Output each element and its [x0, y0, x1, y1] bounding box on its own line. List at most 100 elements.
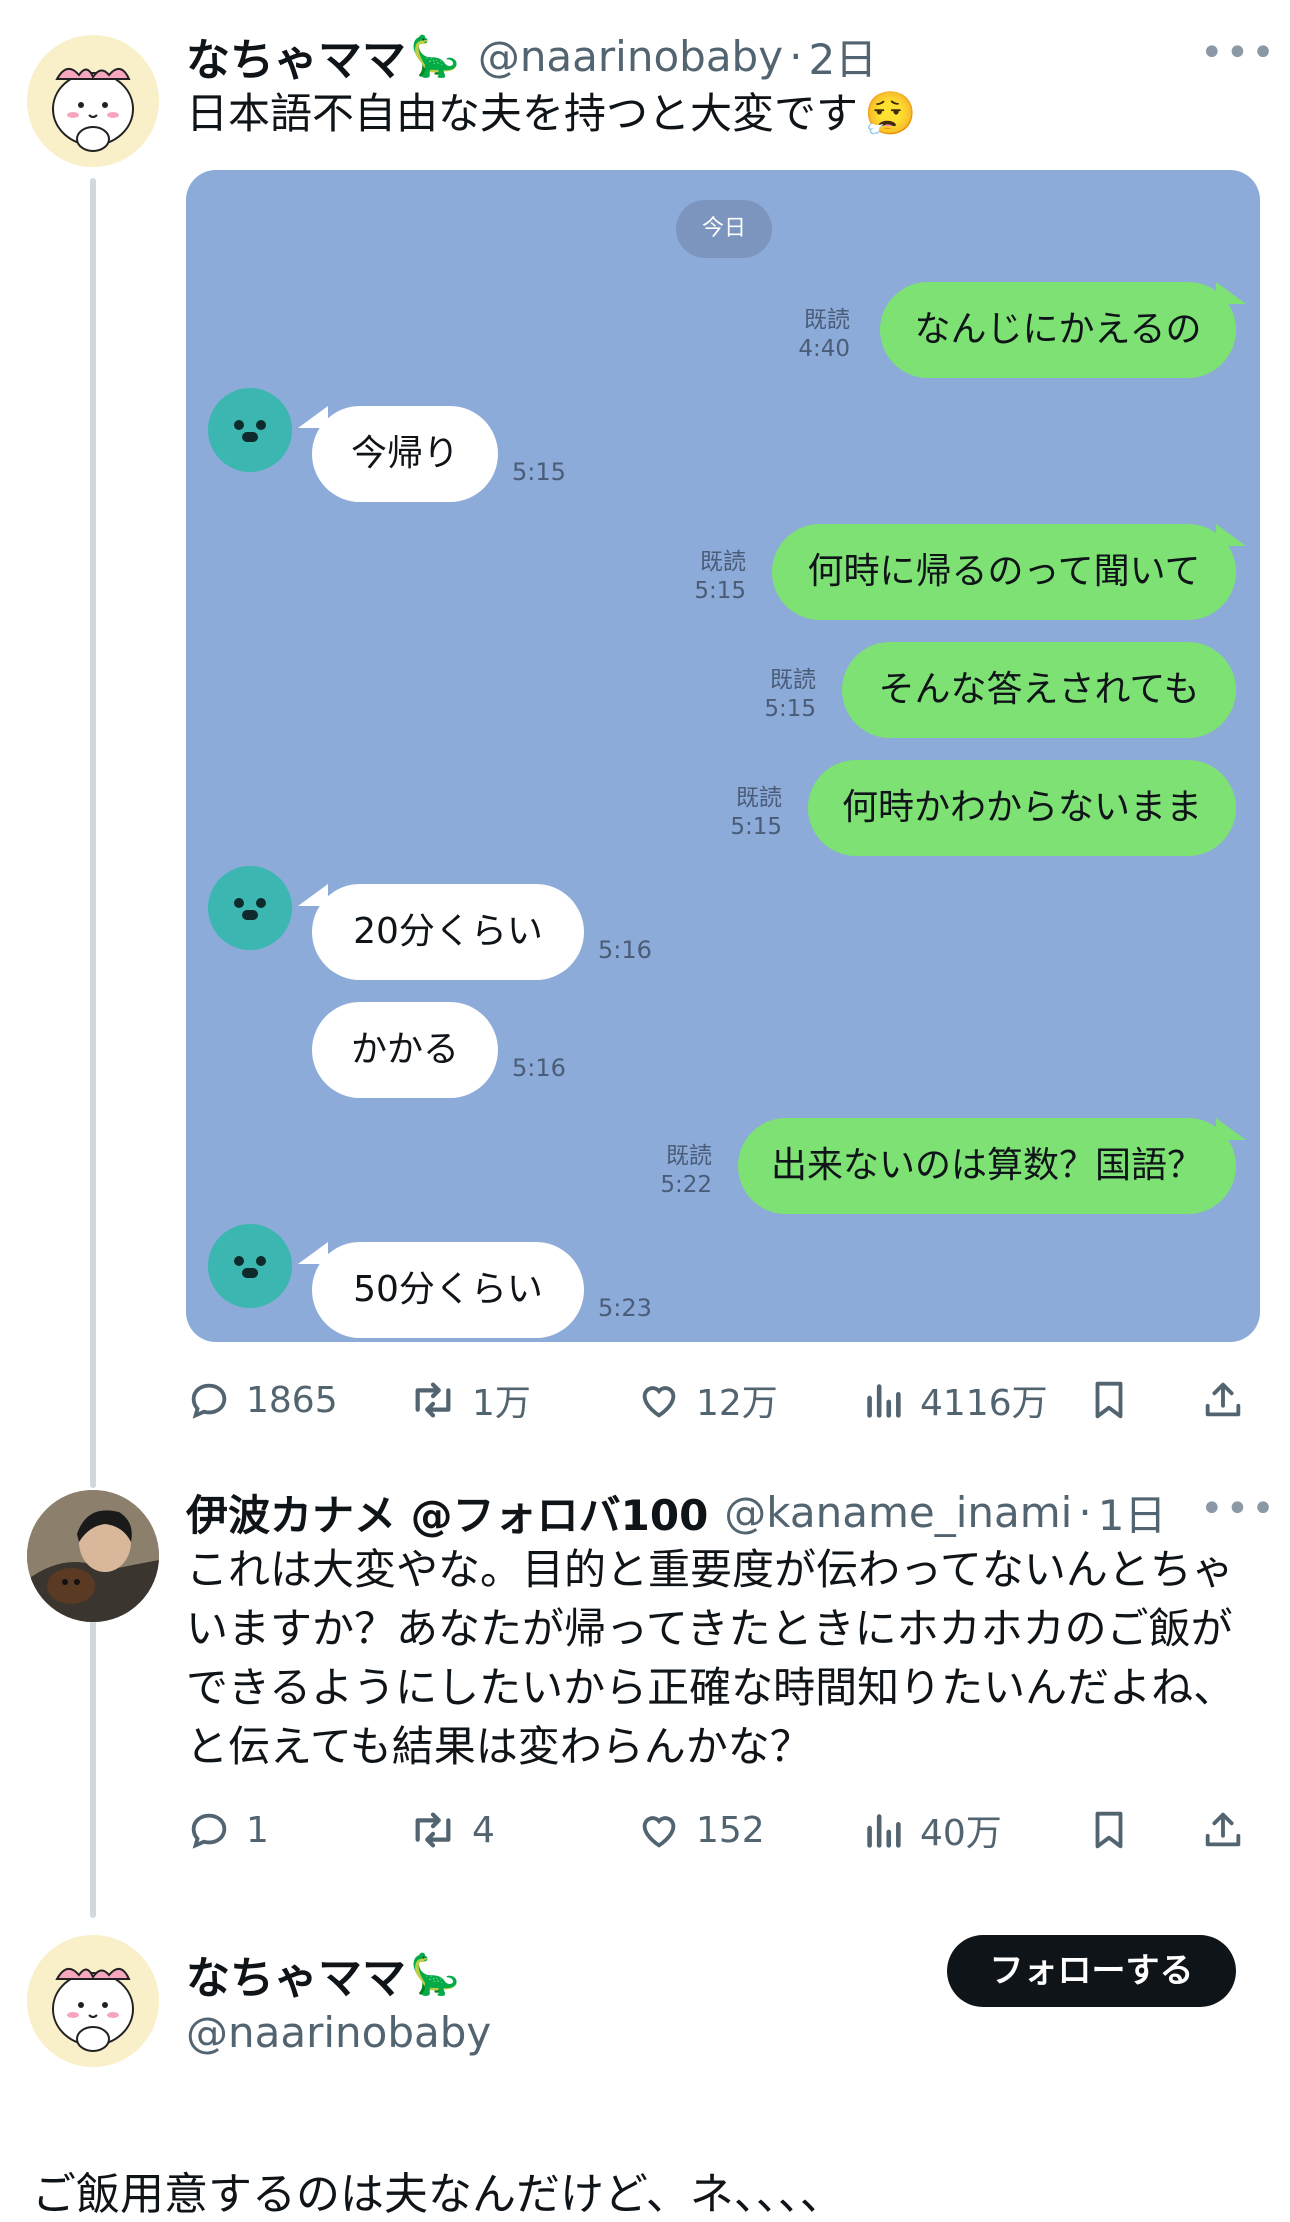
read-label: 既読 [770, 667, 816, 693]
author-name[interactable]: なちゃママ [186, 1942, 406, 2006]
retweet-icon [415, 1812, 451, 1848]
message-time: 5:23 [598, 1294, 652, 1322]
views-button[interactable]: 4116万 [860, 1370, 1048, 1430]
bookmark-button[interactable] [1086, 1800, 1146, 1860]
message-meta: 既読 4:40 [786, 306, 850, 364]
thread-line [90, 178, 96, 1488]
retweet-count: 1万 [472, 1383, 531, 1424]
tweet3-header: なちゃママ 🦕 [186, 1942, 460, 2006]
share-button[interactable] [1200, 1370, 1260, 1430]
share-icon [1205, 1812, 1241, 1847]
message-time: 5:15 [694, 578, 746, 604]
heart-icon [642, 1386, 676, 1418]
tweet-text-line: これは大変やな。目的と重要度が伝わってないんとちゃ [186, 1545, 1234, 1594]
tweet-age[interactable]: 2日 [808, 26, 877, 87]
message-time: 5:16 [598, 936, 652, 964]
message-bubble-sent: そんな答えされても [842, 642, 1236, 738]
reply-count: 1865 [246, 1379, 338, 1421]
message-bubble-sent: 何時かわからないまま [808, 760, 1236, 856]
read-label: 既読 [736, 785, 782, 811]
message-bubble-sent: 何時に帰るのって聞いて [772, 524, 1236, 620]
analytics-icon [867, 1384, 901, 1418]
message-time: 5:15 [512, 458, 566, 486]
message-time: 5:16 [512, 1054, 566, 1082]
bubble-tail [1216, 282, 1246, 304]
views-button[interactable]: 40万 [860, 1800, 1002, 1860]
retweet-button[interactable]: 4 [408, 1800, 495, 1860]
tweet-text: ご飯用意するのは夫なんだけど、ネ、、、、 [32, 2169, 844, 2220]
tweet-text-line: できるようにしたいから正確な時間知りたいんだよね、 [186, 1663, 1236, 1712]
dinosaur-emoji: 🦕 [410, 1951, 460, 1998]
bot-avatar [208, 866, 292, 950]
read-label: 既読 [700, 549, 746, 575]
more-options-icon[interactable]: ••• [1200, 1486, 1277, 1532]
message-time: 5:15 [730, 814, 782, 840]
more-options-icon[interactable]: ••• [1200, 30, 1277, 76]
bookmark-icon [1095, 1811, 1123, 1849]
reply-icon [191, 1813, 227, 1849]
bubble-tail [1216, 1118, 1246, 1140]
like-count: 12万 [696, 1383, 778, 1424]
tweet1-header: なちゃママ 🦕 @naarinobaby · 2日 [186, 24, 877, 88]
message-meta: 既読 5:22 [648, 1142, 712, 1200]
tweet-text-line: いますか？あなたが帰ってきたときにホカホカのご飯が [186, 1604, 1233, 1653]
avatar[interactable] [27, 1490, 159, 1622]
reply-icon [191, 1383, 227, 1419]
retweet-button[interactable]: 1万 [408, 1370, 531, 1430]
bot-avatar [208, 388, 292, 472]
retweet-icon [415, 1382, 451, 1418]
separator-dot: · [789, 31, 803, 81]
bubble-tail [1216, 524, 1246, 546]
share-icon [1205, 1382, 1241, 1417]
heart-icon [642, 1816, 676, 1848]
message-meta: 既読 5:15 [752, 666, 816, 724]
author-name[interactable]: なちゃママ [186, 24, 406, 88]
read-label: 既読 [666, 1143, 712, 1169]
message-bubble-received: 20分くらい [312, 884, 584, 980]
separator-dot: · [1078, 1487, 1092, 1537]
avatar[interactable] [27, 1935, 159, 2067]
like-count: 152 [696, 1809, 765, 1851]
message-bubble-received: 50分くらい [312, 1242, 584, 1338]
read-label: 既読 [804, 307, 850, 333]
tweet-text-content: 日本語不自由な夫を持つと大変です [186, 89, 859, 138]
avatar[interactable] [27, 35, 159, 167]
message-time: 5:22 [660, 1172, 712, 1198]
reply-button[interactable]: 1 [186, 1800, 269, 1860]
retweet-count: 4 [472, 1809, 495, 1851]
dinosaur-emoji: 🦕 [410, 33, 460, 80]
reply-button[interactable]: 1865 [186, 1370, 338, 1430]
message-bubble-received: 今帰り [312, 406, 498, 502]
view-count: 4116万 [920, 1383, 1048, 1424]
bot-avatar [208, 1224, 292, 1308]
date-pill: 今日 [676, 200, 772, 258]
reply-count: 1 [246, 1809, 269, 1851]
bookmark-button[interactable] [1086, 1370, 1146, 1430]
message-bubble-sent: なんじにかえるの [880, 282, 1236, 378]
tweet-text-line: と伝えても結果は変わらんかな？ [186, 1722, 812, 1771]
share-button[interactable] [1200, 1800, 1260, 1860]
author-handle[interactable]: @naarinobaby [478, 32, 783, 81]
follow-button[interactable]: フォローする [947, 1935, 1236, 2007]
tweet-text: 日本語不自由な夫を持つと大変です 😮‍💨 [186, 84, 916, 143]
tweet-age[interactable]: 1日 [1098, 1482, 1167, 1543]
exhale-emoji: 😮‍💨 [864, 89, 917, 138]
author-name[interactable]: 伊波カナメ @フォロバ100 [186, 1482, 708, 1543]
tweet2-header: 伊波カナメ @フォロバ100 @kaname_inami · 1日 [186, 1482, 1166, 1542]
message-bubble-sent: 出来ないのは算数？国語？ [738, 1118, 1236, 1214]
thread-line [90, 1618, 96, 1918]
message-time: 4:40 [798, 336, 850, 362]
message-meta: 既読 5:15 [682, 548, 746, 606]
tweet-text: これは大変やな。目的と重要度が伝わってないんとちゃ いますか？あなたが帰ってきた… [186, 1540, 1266, 1776]
view-count: 40万 [920, 1813, 1002, 1854]
bookmark-icon [1095, 1381, 1123, 1419]
analytics-icon [867, 1814, 901, 1848]
author-handle[interactable]: @naarinobaby [186, 2008, 491, 2057]
like-button[interactable]: 152 [636, 1800, 765, 1860]
message-bubble-received: かかる [312, 1002, 498, 1098]
message-meta: 既読 5:15 [718, 784, 782, 842]
attached-image[interactable]: 今日 既読 4:40 なんじにかえるの 今帰り 5:15 既読 5:15 何時に… [186, 170, 1260, 1342]
author-handle[interactable]: @kaname_inami [724, 1488, 1072, 1537]
message-time: 5:15 [764, 696, 816, 722]
like-button[interactable]: 12万 [636, 1370, 778, 1430]
